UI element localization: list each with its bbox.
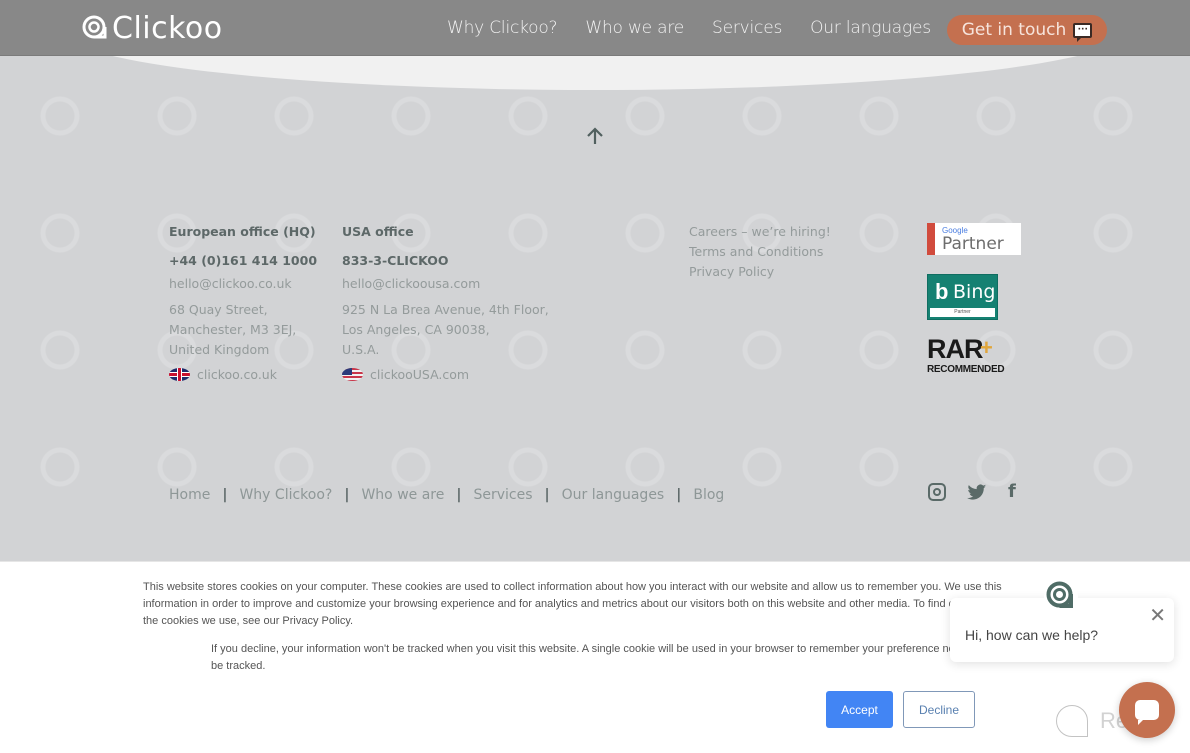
terms-link[interactable]: Terms and Conditions [689,242,831,262]
uk-flag-icon [169,368,190,381]
footer-nav-blog[interactable]: Blog [693,487,724,503]
facebook-icon[interactable]: f [1008,482,1016,502]
bing-logo-icon: b [935,279,949,304]
social-links: f [928,482,1016,502]
rar-plus-icon: + [980,335,993,360]
us-office-title: USA office [342,224,414,239]
bing-badge-text: Bing [953,281,996,303]
us-address-line: 925 N La Brea Avenue, 4th Floor, [342,302,549,317]
nav-who-we-are[interactable]: Who we are [585,18,684,38]
footer-nav-separator: | [676,487,682,503]
nav-our-languages[interactable]: Our languages [810,18,931,38]
google-partner-badge: Google Partner [927,223,1021,255]
nav-services[interactable]: Services [712,18,782,38]
eu-address-line: United Kingdom [169,342,270,357]
close-icon[interactable]: ✕ [1149,606,1166,626]
arrow-up-icon [587,127,603,144]
open-chat-button[interactable] [1119,682,1175,738]
revain-logo-icon [1056,705,1088,737]
eu-email[interactable]: hello@clickoo.co.uk [169,276,317,291]
eu-address-line: 68 Quay Street, [169,302,268,317]
chat-message: Hi, how can we help? [965,627,1099,643]
privacy-policy-link[interactable]: Privacy Policy [689,262,831,282]
twitter-icon[interactable] [967,483,987,501]
eu-site-text: clickoo.co.uk [197,367,277,382]
european-office: European office (HQ) +44 (0)161 414 1000… [169,224,317,382]
cookie-text: This website stores cookies on your comp… [143,581,1023,627]
main-nav: Why Clickoo? Who we are Services Our lan… [447,18,931,38]
site-header: Clickoo Why Clickoo? Who we are Services… [0,0,1190,90]
us-email[interactable]: hello@clickoousa.com [342,276,549,291]
bing-badge-sub: Partner [930,308,995,317]
us-address-line: Los Angeles, CA 90038, [342,322,490,337]
footer-nav-home[interactable]: Home [169,487,210,503]
footer-nav-our-languages[interactable]: Our languages [562,487,665,503]
footer-nav-separator: | [544,487,550,503]
us-flag-icon [342,368,363,381]
clickoo-logo-icon [82,15,107,39]
footer-nav-who-we-are[interactable]: Who we are [361,487,444,503]
footer-nav-separator: | [344,487,350,503]
logo-text: Clickoo [112,10,223,46]
nav-why-clickoo[interactable]: Why Clickoo? [447,18,558,38]
usa-office: USA office 833-3-CLICKOO hello@clickoous… [342,224,549,382]
cookie-decline-text: If you decline, your information won't b… [211,643,971,672]
us-phone[interactable]: 833-3-CLICKOO [342,253,549,268]
instagram-icon[interactable] [928,483,946,501]
careers-link[interactable]: Careers – we’re hiring! [689,222,831,242]
eu-office-title: European office (HQ) [169,224,316,239]
us-address-line: U.S.A. [342,342,380,357]
decline-cookies-button[interactable]: Decline [903,691,975,728]
eu-phone[interactable]: +44 (0)161 414 1000 [169,253,317,268]
google-badge-big: Partner [942,234,1004,254]
legal-links: Careers – we’re hiring! Terms and Condit… [689,222,831,282]
rar-badge-big: RAR [927,334,983,364]
rar-badge-sub: RECOMMENDED [927,364,1005,375]
rar-recommended-badge: RAR + RECOMMENDED [927,334,1005,377]
footer-nav-services[interactable]: Services [473,487,532,503]
bing-partner-badge: b Bing Partner [927,274,998,320]
get-in-touch-label: Get in touch [961,20,1067,40]
footer-nav-separator: | [222,487,228,503]
scroll-to-top-button[interactable] [586,126,604,146]
footer-nav-separator: | [456,487,462,503]
chat-avatar-logo-icon [1044,579,1078,613]
site-logo[interactable]: Clickoo [82,10,223,46]
footer-nav-why-clickoo[interactable]: Why Clickoo? [239,487,332,503]
eu-address-line: Manchester, M3 3EJ, [169,322,297,337]
chat-icon [1135,700,1159,725]
eu-site-link[interactable]: clickoo.co.uk [169,367,317,382]
chat-bubble-icon: ··· [1073,22,1093,42]
us-site-text: clickooUSA.com [370,367,470,382]
accept-cookies-button[interactable]: Accept [826,691,893,728]
us-site-link[interactable]: clickooUSA.com [342,367,549,382]
footer-nav: Home | Why Clickoo? | Who we are | Servi… [169,487,724,503]
get-in-touch-button[interactable]: Get in touch ··· [947,15,1107,45]
